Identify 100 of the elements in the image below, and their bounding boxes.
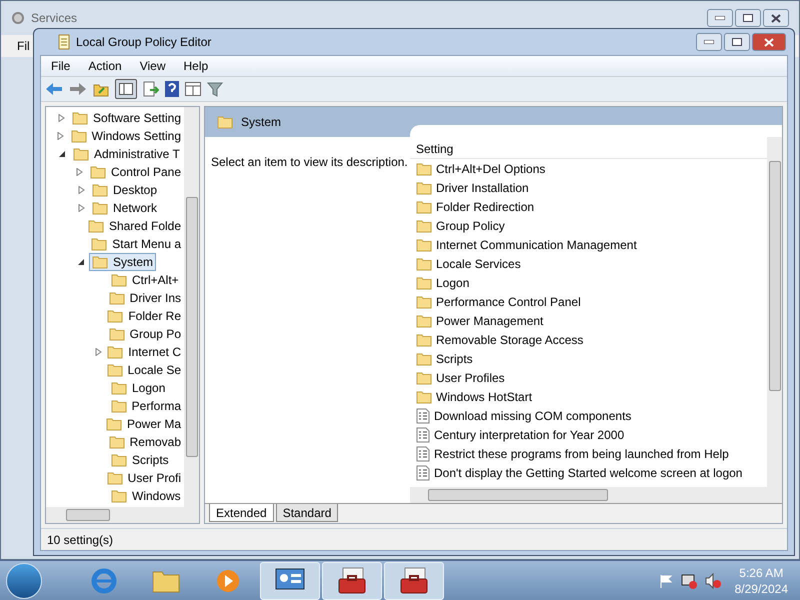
list-item[interactable]: Logon <box>436 274 470 292</box>
toolbox-taskbar-button[interactable] <box>384 562 444 600</box>
collapsed-arrow-icon[interactable] <box>94 348 102 356</box>
tree-item[interactable]: Group Po <box>106 325 184 343</box>
folder-icon <box>88 219 104 233</box>
folder-icon <box>108 291 125 305</box>
list-item[interactable]: Group Policy <box>436 216 505 234</box>
list-item[interactable]: Don't display the Getting Started welcome screen at logon <box>434 464 742 482</box>
play-icon <box>215 568 241 594</box>
tree-item[interactable]: Driver Ins <box>106 289 184 307</box>
tree-item[interactable]: Ctrl+Alt+ <box>108 271 182 289</box>
tree-item[interactable]: Scripts <box>108 451 172 469</box>
collapsed-arrow-icon[interactable] <box>76 168 84 176</box>
flag-icon[interactable] <box>658 574 673 588</box>
tree-item[interactable]: Shared Folde <box>84 217 184 235</box>
tree-item[interactable]: Windows Setting <box>68 127 184 145</box>
maximize-button[interactable] <box>724 33 750 51</box>
list-item[interactable]: Folder Redirection <box>436 198 534 216</box>
list-item[interactable]: Download missing COM components <box>434 406 632 424</box>
tree-item[interactable]: Software Setting <box>68 109 184 127</box>
menu-item[interactable]: Fil <box>17 37 30 55</box>
folder-icon <box>107 345 124 359</box>
folder-icon <box>111 489 127 503</box>
folder-icon <box>106 471 123 485</box>
folder-icon <box>111 381 127 395</box>
speaker-muted-icon[interactable] <box>704 572 721 588</box>
close-button[interactable] <box>752 33 786 51</box>
folder-icon <box>416 180 432 194</box>
list-item[interactable]: Scripts <box>436 350 473 368</box>
list-item[interactable]: Power Management <box>436 312 544 330</box>
collapsed-arrow-icon[interactable] <box>78 186 84 194</box>
folder-icon <box>416 218 432 232</box>
horizontal-scrollbar[interactable] <box>410 487 782 503</box>
view-tab[interactable]: Extended <box>209 504 274 522</box>
toolbox-taskbar-button[interactable] <box>322 562 382 600</box>
column-header[interactable]: Setting <box>410 139 767 159</box>
tree-item[interactable]: Administrative T <box>70 145 183 163</box>
tree-item[interactable]: Power Ma <box>102 415 184 433</box>
expanded-arrow-icon[interactable] <box>78 258 84 266</box>
list-item[interactable]: Performance Control Panel <box>436 292 581 310</box>
tree-item[interactable]: Folder Re <box>104 307 184 325</box>
view-tab[interactable]: Standard <box>276 504 338 522</box>
collapsed-arrow-icon[interactable] <box>78 204 84 212</box>
tree-item[interactable]: User Profi <box>104 469 184 487</box>
tree-item[interactable]: Windows <box>108 487 184 505</box>
tree-item[interactable]: Internet C <box>104 343 184 361</box>
menu-item[interactable]: Help <box>184 57 208 75</box>
tree-item[interactable]: Desktop <box>89 181 160 199</box>
maximize-icon <box>732 38 742 46</box>
close-button[interactable] <box>763 9 789 27</box>
list-item[interactable]: Restrict these programs from being launched from Help <box>434 444 729 462</box>
folder-icon <box>73 147 89 161</box>
forward-arrow-icon[interactable] <box>69 82 87 96</box>
export-list-icon[interactable] <box>143 81 159 97</box>
list-item[interactable]: Driver Installation <box>436 178 529 196</box>
tree-item[interactable]: Removab <box>106 433 184 451</box>
list-item[interactable]: Internet Communication Management <box>436 236 637 254</box>
policy-setting-icon <box>416 408 430 424</box>
minimize-button[interactable] <box>696 33 722 51</box>
help-icon[interactable] <box>165 81 179 97</box>
tree-item[interactable]: Performa <box>108 397 184 415</box>
menu-item[interactable]: Action <box>88 57 122 75</box>
folder-icon <box>416 294 432 308</box>
folder-icon <box>111 453 127 467</box>
tree-item[interactable]: Start Menu a <box>88 235 184 253</box>
menu-item[interactable]: View <box>140 57 166 75</box>
menu-item[interactable]: File <box>51 57 70 75</box>
pane-view-icon[interactable] <box>185 82 201 96</box>
folder-icon <box>416 352 432 366</box>
list-item[interactable]: Ctrl+Alt+Del Options <box>436 160 546 178</box>
tree-item[interactable]: Logon <box>108 379 168 397</box>
collapsed-arrow-icon[interactable] <box>58 114 65 122</box>
filter-icon[interactable] <box>207 81 223 97</box>
tree-item[interactable]: System <box>89 253 156 271</box>
control-panel-taskbar-button[interactable] <box>260 562 320 600</box>
show-tree-button[interactable] <box>115 79 137 99</box>
network-disconnected-icon[interactable] <box>680 572 697 588</box>
horizontal-scrollbar[interactable] <box>46 507 199 523</box>
back-arrow-icon[interactable] <box>45 82 63 96</box>
collapsed-arrow-icon[interactable] <box>57 132 64 140</box>
folder-icon <box>92 255 108 269</box>
folder-icon <box>70 129 87 143</box>
list-item[interactable]: Removable Storage Access <box>436 330 584 348</box>
list-item[interactable]: Locale Services <box>436 254 521 272</box>
maximize-button[interactable] <box>735 9 761 27</box>
tree-item[interactable]: Network <box>89 199 160 217</box>
vertical-scrollbar[interactable] <box>767 137 782 487</box>
vertical-scrollbar[interactable] <box>184 107 199 507</box>
maximize-icon <box>743 14 753 22</box>
tree-item[interactable]: Locale Se <box>104 361 184 379</box>
start-button[interactable] <box>6 562 42 598</box>
window-title: Services <box>31 10 78 27</box>
folder-icon <box>110 399 127 413</box>
expanded-arrow-icon[interactable] <box>58 150 66 158</box>
policy-setting-icon <box>416 464 430 480</box>
list-item[interactable]: Windows HotStart <box>436 388 532 406</box>
tree-item[interactable]: Control Pane <box>86 163 184 181</box>
list-item[interactable]: Century interpretation for Year 2000 <box>434 426 624 444</box>
list-item[interactable]: User Profiles <box>436 368 505 386</box>
minimize-button[interactable] <box>707 9 733 27</box>
